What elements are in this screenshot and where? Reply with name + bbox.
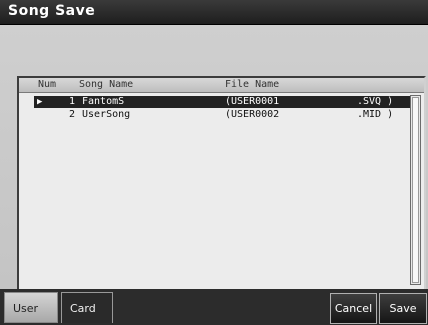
save-button-label: Save <box>389 302 417 315</box>
cancel-button[interactable]: Cancel <box>330 293 377 324</box>
tab-user-label: User <box>13 302 39 315</box>
song-list[interactable]: Num Song Name File Name ▶ 1 FantomS (USE… <box>17 76 426 304</box>
column-header-song-name: Song Name <box>79 79 134 90</box>
cancel-button-label: Cancel <box>334 302 373 315</box>
row-song-name: FantomS <box>82 96 125 107</box>
tab-card[interactable]: Card <box>61 292 113 323</box>
window-title: Song Save <box>8 3 96 19</box>
bottom-bar: User Card Cancel Save <box>0 289 428 325</box>
row-num: 2 <box>69 109 76 120</box>
scrollbar-thumb[interactable] <box>412 97 419 283</box>
row-file-name: (USER0001 <box>225 96 280 107</box>
row-file-ext: .SVQ ) <box>357 96 394 107</box>
list-row-1[interactable]: ▶ 1 FantomS (USER0001 .SVQ ) <box>34 96 412 108</box>
row-file-ext: .MID ) <box>357 109 394 120</box>
row-song-name: UserSong <box>82 109 131 120</box>
triangle-right-icon: ▶ <box>37 97 43 107</box>
column-header-num: Num <box>38 79 57 90</box>
save-button[interactable]: Save <box>379 293 427 324</box>
title-bar: Song Save <box>0 0 428 25</box>
row-file-name: (USER0002 <box>225 109 280 120</box>
list-row-2[interactable]: 2 UserSong (USER0002 .MID ) <box>34 109 412 121</box>
list-scrollbar[interactable] <box>410 95 421 285</box>
row-num: 1 <box>69 96 76 107</box>
list-header: Num Song Name File Name <box>19 78 424 93</box>
tab-card-label: Card <box>70 302 96 315</box>
tab-user[interactable]: User <box>4 292 58 323</box>
column-header-file-name: File Name <box>225 79 280 90</box>
song-save-screen: Song Save Num Song Name File Name ▶ 1 Fa… <box>0 0 428 325</box>
